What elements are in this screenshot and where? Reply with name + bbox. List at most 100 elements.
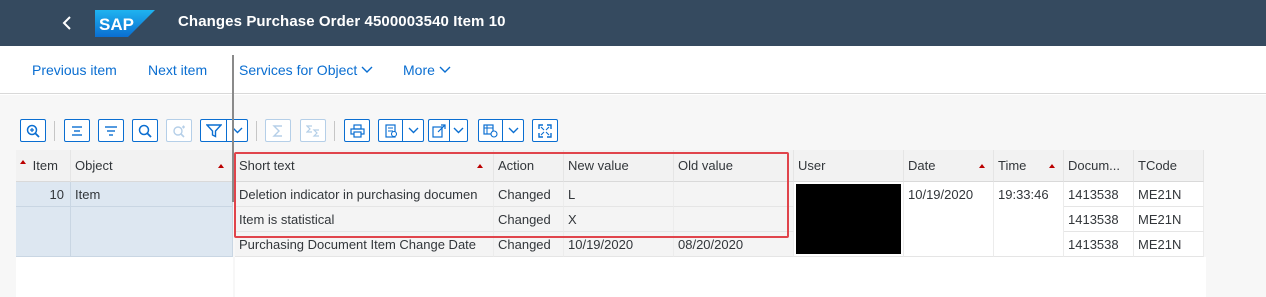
column-header-label: Action	[498, 158, 535, 173]
table-cell-short-text[interactable]: Purchasing Document Item Change Date	[235, 232, 494, 257]
fullscreen-button[interactable]	[532, 119, 558, 142]
toolbar-separator	[54, 121, 55, 141]
chevron-left-icon	[62, 16, 71, 30]
next-item-link[interactable]: Next item	[148, 62, 207, 78]
column-header-label: Date	[908, 158, 936, 173]
find-next-icon	[173, 125, 185, 138]
sort-ascending-indicator	[20, 159, 26, 164]
column-header-label: Object	[75, 158, 113, 173]
toolbar-separator	[256, 121, 257, 141]
column-header-tcode[interactable]: TCode	[1134, 150, 1204, 182]
table-cell-new-value[interactable]: L	[564, 182, 674, 207]
table-cell-time[interactable]: 19:33:46	[994, 182, 1064, 257]
table-cell-document[interactable]: 1413538	[1064, 232, 1134, 257]
column-header-new-value[interactable]: New value	[564, 150, 674, 182]
services-for-object-menu[interactable]: Services for Object	[239, 62, 373, 78]
content-area: Item Object Short text Action New value …	[0, 95, 1266, 297]
align-top-icon	[72, 125, 82, 136]
object-header-toolbar: Previous item Next item Services for Obj…	[0, 46, 1266, 94]
table-cell-action[interactable]: Changed	[494, 207, 564, 232]
find-next-button[interactable]	[166, 119, 192, 142]
column-header-document[interactable]: Docum...	[1064, 150, 1134, 182]
filter-dropdown[interactable]	[226, 120, 247, 141]
redaction-block	[796, 184, 901, 254]
sort-ascending-indicator	[477, 164, 483, 168]
table-cell-item[interactable]: 10	[16, 182, 71, 207]
more-menu[interactable]: More	[403, 62, 451, 78]
sort-ascending-button[interactable]	[64, 119, 90, 142]
view-button[interactable]	[378, 119, 424, 142]
table-cell-old-value[interactable]: 08/20/2020	[674, 232, 794, 257]
table-cell-short-text[interactable]: Deletion indicator in purchasing documen	[235, 182, 494, 207]
column-header-label: Short text	[239, 158, 295, 173]
back-button[interactable]	[54, 9, 80, 37]
sort-ascending-indicator	[1049, 164, 1055, 168]
details-button[interactable]	[20, 119, 46, 142]
table-cell-action[interactable]: Changed	[494, 232, 564, 257]
column-header-date[interactable]: Date	[904, 150, 994, 182]
sum-icon	[272, 124, 282, 137]
column-header-label: New value	[568, 158, 629, 173]
filter-button[interactable]	[200, 119, 248, 142]
change-log-table: Item Object Short text Action New value …	[16, 150, 1206, 297]
table-cell-document[interactable]: 1413538	[1064, 207, 1134, 232]
table-cell-old-value[interactable]	[674, 207, 794, 232]
more-label: More	[403, 62, 435, 78]
chevron-down-icon	[508, 127, 519, 134]
chevron-down-icon	[439, 66, 451, 73]
column-header-label: Time	[998, 158, 1027, 173]
column-header-label: Old value	[678, 158, 733, 173]
table-cell-item-empty[interactable]	[16, 207, 71, 257]
layout-dropdown[interactable]	[502, 120, 523, 141]
sort-descending-button[interactable]	[98, 119, 124, 142]
find-button[interactable]	[132, 119, 158, 142]
next-item-label: Next item	[148, 62, 208, 78]
export-button[interactable]	[428, 119, 468, 142]
table-cell-new-value[interactable]: X	[564, 207, 674, 232]
sap-logo[interactable]: SAP	[95, 10, 155, 37]
table-cell-old-value[interactable]	[674, 182, 794, 207]
table-cell-tcode[interactable]: ME21N	[1134, 232, 1204, 257]
filter-list-icon	[105, 125, 117, 136]
table-cell-object-empty[interactable]	[71, 207, 233, 257]
subtotal-button[interactable]	[300, 119, 326, 142]
column-header-object[interactable]: Object	[71, 150, 233, 182]
table-cell-object[interactable]: Item	[71, 182, 233, 207]
layout-icon	[483, 123, 498, 138]
column-header-user[interactable]: User	[794, 150, 904, 182]
page-title: Changes Purchase Order 4500003540 Item 1…	[178, 13, 506, 30]
column-header-label: Item	[32, 158, 58, 173]
sort-ascending-indicator	[218, 164, 224, 168]
column-header-action[interactable]: Action	[494, 150, 564, 182]
toolbar-separator	[334, 121, 335, 141]
table-cell-date[interactable]: 10/19/2020	[904, 182, 994, 257]
table-cell-document[interactable]: 1413538	[1064, 182, 1134, 207]
filter-icon	[205, 123, 222, 138]
shell-header: SAP Changes Purchase Order 4500003540 It…	[0, 0, 1266, 46]
layout-button[interactable]	[478, 119, 524, 142]
chevron-down-icon	[408, 127, 419, 134]
table-cell-tcode[interactable]: ME21N	[1134, 207, 1204, 232]
chevron-down-icon	[361, 66, 373, 73]
column-header-time[interactable]: Time	[994, 150, 1064, 182]
services-label: Services for Object	[239, 62, 358, 78]
zoom-icon	[26, 124, 40, 138]
svg-text:SAP: SAP	[99, 15, 134, 34]
previous-item-link[interactable]: Previous item	[32, 62, 117, 78]
table-cell-short-text[interactable]: Item is statistical	[235, 207, 494, 232]
fixed-column-divider[interactable]	[232, 55, 234, 202]
column-header-old-value[interactable]: Old value	[674, 150, 794, 182]
view-icon	[385, 123, 397, 138]
export-dropdown[interactable]	[449, 120, 467, 141]
print-button[interactable]	[344, 119, 370, 142]
table-cell-action[interactable]: Changed	[494, 182, 564, 207]
column-header-short-text[interactable]: Short text	[235, 150, 494, 182]
table-cell-new-value[interactable]: 10/19/2020	[564, 232, 674, 257]
column-header-item[interactable]: Item	[16, 150, 71, 182]
view-dropdown[interactable]	[402, 120, 423, 141]
column-header-label: TCode	[1138, 158, 1178, 173]
total-button[interactable]	[265, 119, 291, 142]
chevron-down-icon	[453, 127, 464, 134]
table-cell-tcode[interactable]: ME21N	[1134, 182, 1204, 207]
column-header-label: Docum...	[1068, 158, 1121, 173]
